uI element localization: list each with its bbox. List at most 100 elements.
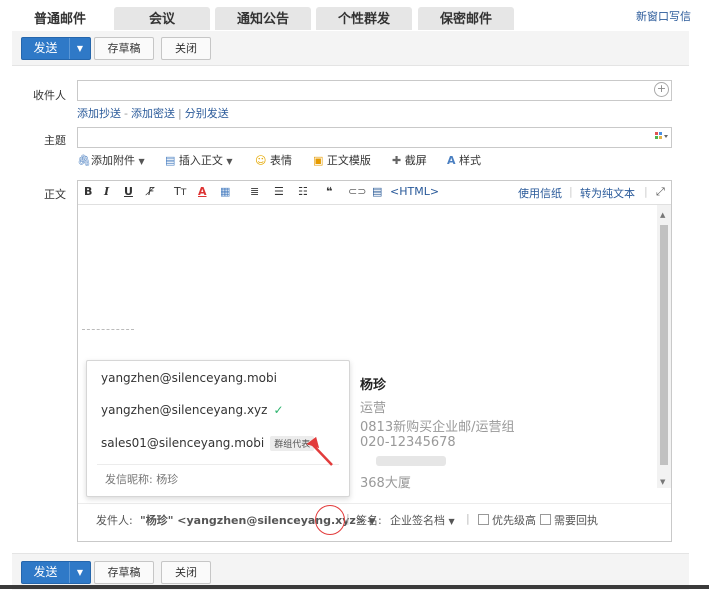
expand-icon[interactable]: ⤢	[656, 185, 665, 199]
emoji-button[interactable]: ☺ 表情	[255, 152, 292, 168]
align-icon[interactable]: ≣	[250, 185, 259, 198]
table-icon[interactable]: ▤	[372, 185, 382, 198]
chevron-down-icon: ▼	[138, 157, 145, 166]
style-button[interactable]: A 样式	[447, 152, 481, 168]
bold-button[interactable]: B	[84, 185, 92, 198]
close-button[interactable]: 关闭	[161, 37, 211, 60]
add-cc-link[interactable]: 添加抄送	[77, 107, 121, 120]
font-size-icon[interactable]: TT	[174, 185, 186, 198]
smiley-icon: ☺	[255, 154, 267, 167]
scroll-up-icon[interactable]: ▲	[660, 211, 665, 219]
template-icon: ▣	[313, 154, 324, 167]
tab-label: 通知公告	[236, 12, 289, 27]
check-icon: ✓	[273, 403, 284, 417]
signature-location: 368大厦	[360, 476, 411, 491]
chevron-down-icon: ▼	[448, 517, 455, 526]
style-label: 样式	[459, 154, 482, 167]
scroll-down-icon[interactable]: ▼	[660, 478, 665, 486]
toolbar-divider: |	[569, 185, 573, 198]
add-bcc-link[interactable]: 添加密送	[131, 107, 175, 120]
tab-personal-mass[interactable]: 个性群发	[316, 7, 412, 30]
option-email: yangzhen@silenceyang.mobi	[101, 371, 277, 385]
new-window-link[interactable]: 新窗口写信	[636, 8, 691, 24]
signature-name: 杨珍	[360, 378, 387, 393]
clear-format-icon[interactable]: 𝘍̸	[148, 185, 154, 198]
checkbox-box	[540, 514, 551, 525]
sender-label: 发件人:	[96, 514, 133, 527]
send-button[interactable]: 发送 ▼	[21, 37, 91, 60]
signature-label: 签名:	[356, 514, 382, 527]
crop-icon: ✚	[392, 154, 402, 167]
scroll-thumb[interactable]	[660, 225, 668, 465]
underline-button[interactable]: U	[124, 185, 133, 198]
tab-confidential[interactable]: 保密邮件	[418, 7, 514, 30]
subject-input[interactable]	[77, 127, 672, 148]
italic-button[interactable]: I	[104, 185, 109, 198]
save-draft-button[interactable]: 存草稿	[94, 561, 154, 584]
save-draft-button[interactable]: 存草稿	[94, 37, 154, 60]
recipient-input[interactable]: +	[77, 80, 672, 101]
sender-row: 发件人: "杨珍" <yangzhen@silenceyang.xyz> ▼ |…	[78, 503, 671, 534]
sender-dropdown: yangzhen@silenceyang.mobi yangzhen@silen…	[86, 360, 350, 497]
dropdown-option[interactable]: sales01@silenceyang.mobi 群组代表	[101, 436, 315, 451]
signature-select-value: 企业签名档	[390, 514, 445, 527]
template-button[interactable]: ▣ 正文模版	[313, 152, 371, 168]
window-bottom-edge	[0, 585, 709, 589]
sender-nickname: 发信昵称: 杨珍	[105, 473, 179, 486]
add-contact-icon[interactable]: +	[654, 82, 669, 97]
redacted-text	[376, 456, 446, 466]
priority-label: 优先级高	[492, 514, 536, 527]
insert-body-label: 插入正文	[178, 154, 223, 167]
body-label: 正文	[44, 188, 66, 201]
link-separator: -	[124, 107, 128, 120]
color-grid-icon[interactable]	[655, 132, 668, 142]
tab-label: 个性群发	[337, 12, 390, 27]
send-button[interactable]: 发送 ▼	[21, 561, 91, 584]
tab-normal-mail[interactable]: 普通邮件	[12, 7, 108, 30]
toolbar-divider: |	[644, 185, 648, 198]
close-button[interactable]: 关闭	[161, 561, 211, 584]
separate-send-link[interactable]: 分别发送	[185, 107, 229, 120]
bullet-list-icon[interactable]: ☰	[274, 185, 284, 198]
quote-icon[interactable]: ❝	[326, 185, 332, 198]
to-plain-text-link[interactable]: 转为纯文本	[580, 185, 635, 201]
html-button[interactable]: <HTML>	[390, 185, 439, 198]
receipt-label: 需要回执	[554, 514, 598, 527]
screenshot-button[interactable]: ✚ 截屏	[392, 152, 427, 168]
tab-label: 会议	[148, 12, 175, 27]
send-label: 发送	[33, 565, 58, 579]
tab-meeting[interactable]: 会议	[114, 7, 210, 30]
recipient-links: 添加抄送 - 添加密送 | 分别发送	[77, 105, 229, 121]
receipt-checkbox[interactable]: 需要回执	[540, 512, 598, 528]
link-icon[interactable]: ⊂⊃	[348, 185, 366, 198]
highlight-icon[interactable]: ▦	[220, 185, 230, 198]
send-options-caret-icon[interactable]: ▼	[70, 562, 90, 583]
top-toolbar: 发送 ▼ 存草稿 关闭	[12, 31, 689, 66]
recipient-label: 收件人	[33, 89, 66, 102]
send-options-caret-icon[interactable]: ▼	[70, 38, 90, 59]
send-label: 发送	[33, 41, 58, 55]
use-letterhead-link[interactable]: 使用信纸	[518, 185, 562, 201]
add-attachment-button[interactable]: 🖇添加附件 ▼	[77, 152, 145, 168]
priority-checkbox[interactable]: 优先级高	[478, 512, 536, 528]
checkbox-box	[478, 514, 489, 525]
annotation-circle	[315, 505, 345, 535]
signature-select[interactable]: 企业签名档 ▼	[390, 512, 455, 528]
dropdown-option-selected[interactable]: yangzhen@silenceyang.xyz ✓	[101, 403, 284, 417]
subject-label: 主题	[44, 134, 66, 147]
editor-scrollbar[interactable]: ▲ ▼	[657, 205, 671, 488]
font-color-icon[interactable]: A	[198, 185, 207, 198]
tab-notice[interactable]: 通知公告	[215, 7, 311, 30]
annotation-arrow-icon	[306, 436, 333, 466]
signature-title: 运营	[360, 401, 387, 416]
signature-divider	[82, 329, 134, 330]
signature-dept: 0813新购买企业邮/运营组	[360, 420, 515, 435]
dropdown-option[interactable]: yangzhen@silenceyang.mobi	[101, 371, 277, 385]
tab-label: 保密邮件	[439, 12, 492, 27]
link-separator: |	[177, 107, 182, 120]
insert-body-button[interactable]: ▤ 插入正文 ▼	[165, 152, 233, 168]
numbered-list-icon[interactable]: ☷	[298, 185, 308, 198]
emoji-label: 表情	[269, 154, 292, 167]
font-style-icon: A	[447, 154, 456, 167]
editor-toolbar: B I U 𝘍̸ TT A ▦ ≣ ☰ ☷ ❝ ⊂⊃ ▤ <HTML> 使用信纸…	[78, 181, 671, 205]
